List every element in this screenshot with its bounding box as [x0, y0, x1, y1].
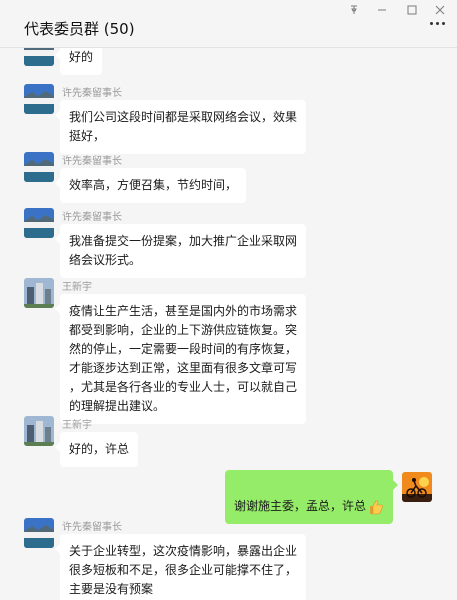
message-bubble[interactable]: 疫情让生产生活，甚至是国内外的市场需求 都受到影响，企业的上下游供应链恢复。突 …	[54, 294, 307, 424]
pin-icon[interactable]	[339, 0, 369, 20]
chat-title: 代表委员群 (50)	[24, 20, 135, 38]
sender-name: 许先秦留事长	[62, 88, 122, 99]
more-icon[interactable]	[430, 22, 445, 25]
sender-name: 许先秦留事长	[62, 522, 122, 533]
maximize-icon[interactable]	[397, 0, 427, 20]
close-icon[interactable]	[425, 0, 455, 20]
thumbs-up-icon	[368, 499, 384, 515]
building-avatar[interactable]	[24, 278, 54, 308]
my-message-bubble[interactable]: 谢谢施主委，孟总，许总	[224, 470, 399, 524]
minimize-icon[interactable]	[367, 0, 397, 20]
lake-landscape-avatar[interactable]	[24, 152, 54, 182]
message-bubble[interactable]: 效率高，方便召集，节约时间，	[54, 168, 247, 203]
cyclist-sunset-avatar[interactable]	[402, 472, 432, 502]
sender-name: 王新宇	[62, 420, 92, 431]
lake-landscape-avatar[interactable]	[24, 518, 54, 548]
lake-landscape-avatar[interactable]	[24, 84, 54, 114]
sender-name: 王新宇	[62, 282, 92, 293]
message-bubble[interactable]: 我准备提交一份提案，加大推广企业采取网 络会议形式。	[54, 224, 307, 278]
message-bubble[interactable]: 我们公司这段时间都是采取网络会议，效果 挺好，	[54, 100, 307, 154]
chat-panel[interactable]: 好的 许先秦留事长 我们公司这段时间都是采取网络会议，效果 挺好， 许先秦留事长…	[0, 48, 457, 600]
message-bubble[interactable]: 关于企业转型，这次疫情影响，暴露出企业 很多短板和不足，很多企业可能撑不住了， …	[54, 534, 307, 600]
message-bubble[interactable]: 好的，许总	[54, 432, 139, 467]
sender-name: 许先秦留事长	[62, 156, 122, 167]
lake-landscape-avatar[interactable]	[24, 48, 54, 66]
message-text: 谢谢施主委，孟总，许总	[233, 499, 366, 513]
lake-landscape-avatar[interactable]	[24, 208, 54, 238]
title-bar: 代表委员群 (50)	[0, 0, 457, 48]
message-bubble[interactable]: 好的	[54, 48, 103, 75]
building-avatar[interactable]	[24, 416, 54, 446]
sender-name: 许先秦留事长	[62, 212, 122, 223]
